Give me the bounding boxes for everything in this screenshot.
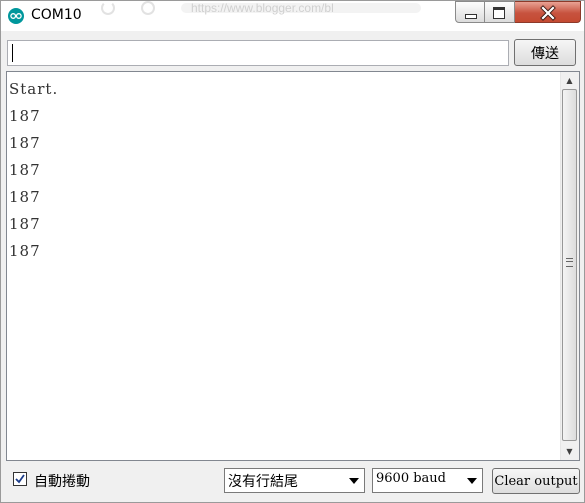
output-lines: Start. 187 187 187 187 187 187	[9, 76, 554, 265]
scroll-up-arrow[interactable]: ▲	[561, 72, 578, 89]
serial-monitor-window: COM10 https://www.blogger.com/bl 傳送 Star…	[0, 0, 585, 503]
output-line: 187	[9, 134, 41, 152]
grip-icon	[566, 258, 573, 267]
send-button[interactable]: 傳送	[514, 39, 576, 66]
minimize-button[interactable]	[455, 1, 485, 23]
maximize-icon	[493, 7, 505, 19]
scroll-thumb[interactable]	[562, 89, 577, 441]
title-bar[interactable]: COM10 https://www.blogger.com/bl	[1, 1, 584, 31]
output-line: 187	[9, 107, 41, 125]
close-button[interactable]	[515, 1, 581, 23]
baud-rate-value: 9600 baud	[376, 471, 446, 486]
output-line: 187	[9, 215, 41, 233]
maximize-button[interactable]	[485, 1, 515, 23]
autoscroll-checkbox[interactable]	[13, 472, 27, 486]
chevron-down-icon	[467, 478, 477, 484]
vertical-scrollbar[interactable]: ▲ ▼	[560, 72, 579, 460]
background-circle-icon	[141, 1, 155, 15]
output-line: Start.	[9, 80, 59, 98]
autoscroll-label: 自動捲動	[34, 474, 90, 490]
output-line: 187	[9, 188, 41, 206]
text-caret	[12, 44, 13, 62]
clear-output-button[interactable]: Clear output	[492, 468, 580, 494]
line-ending-value: 沒有行結尾	[228, 474, 298, 490]
background-reload-icon	[101, 1, 115, 15]
minimize-icon	[465, 14, 477, 19]
chevron-down-icon	[349, 478, 359, 484]
output-line: 187	[9, 161, 41, 179]
line-ending-select[interactable]: 沒有行結尾	[224, 468, 365, 493]
close-icon	[540, 5, 556, 21]
background-url-text: https://www.blogger.com/bl	[191, 1, 334, 15]
baud-rate-select[interactable]: 9600 baud	[372, 468, 483, 493]
serial-output-area[interactable]: Start. 187 187 187 187 187 187 ▲ ▼	[6, 71, 580, 461]
serial-send-input[interactable]	[7, 40, 509, 66]
output-line: 187	[9, 242, 41, 260]
arduino-icon	[8, 8, 24, 24]
checkmark-icon	[15, 474, 25, 484]
scroll-down-arrow[interactable]: ▼	[561, 443, 578, 460]
window-title: COM10	[31, 7, 82, 23]
